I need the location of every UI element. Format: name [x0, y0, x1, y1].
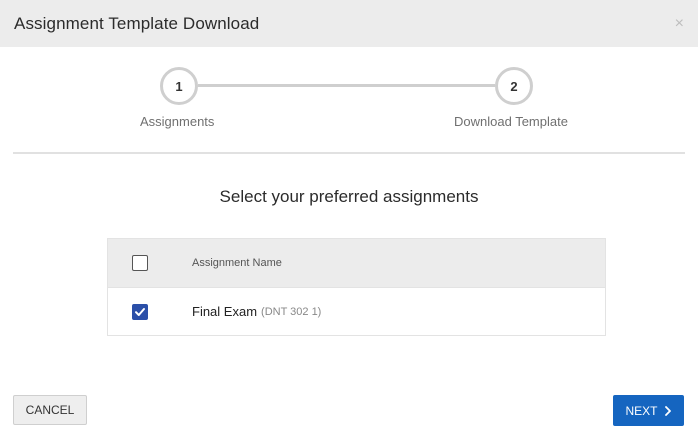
row-checkbox-cell	[108, 303, 192, 320]
row-checkbox[interactable]	[132, 303, 148, 320]
assignment-name: Final Exam	[192, 304, 258, 319]
column-header-assignment-name: Assignment Name	[192, 257, 282, 269]
dialog-header: Assignment Template Download ×	[0, 0, 698, 47]
step-1-circle: 1	[160, 67, 198, 105]
page-prompt: Select your preferred assignments	[219, 187, 479, 206]
chevron-right-icon	[664, 405, 672, 416]
assignments-table: Assignment Name Final Exam (DNT 302 1)	[107, 238, 606, 336]
next-button-label: NEXT	[625, 403, 658, 418]
select-all-checkbox[interactable]	[132, 255, 148, 271]
table-header: Assignment Name	[108, 239, 605, 287]
assignment-code: (DNT 302 1)	[261, 305, 322, 318]
step-2-circle: 2	[495, 67, 533, 105]
step-2-label: Download Template	[454, 114, 568, 129]
next-button[interactable]: NEXT	[613, 395, 684, 426]
select-all-cell	[108, 255, 192, 271]
cancel-button[interactable]: CANCEL	[13, 395, 87, 425]
step-1-label: Assignments	[140, 114, 215, 129]
dialog-title: Assignment Template Download	[14, 13, 260, 33]
stepper-connector	[198, 84, 495, 87]
stepper: 1 2 Assignments Download Template	[0, 47, 698, 153]
table-row[interactable]: Final Exam (DNT 302 1)	[108, 287, 605, 335]
divider	[13, 152, 685, 154]
close-icon[interactable]: ×	[675, 15, 684, 32]
checkmark-icon	[135, 307, 145, 316]
